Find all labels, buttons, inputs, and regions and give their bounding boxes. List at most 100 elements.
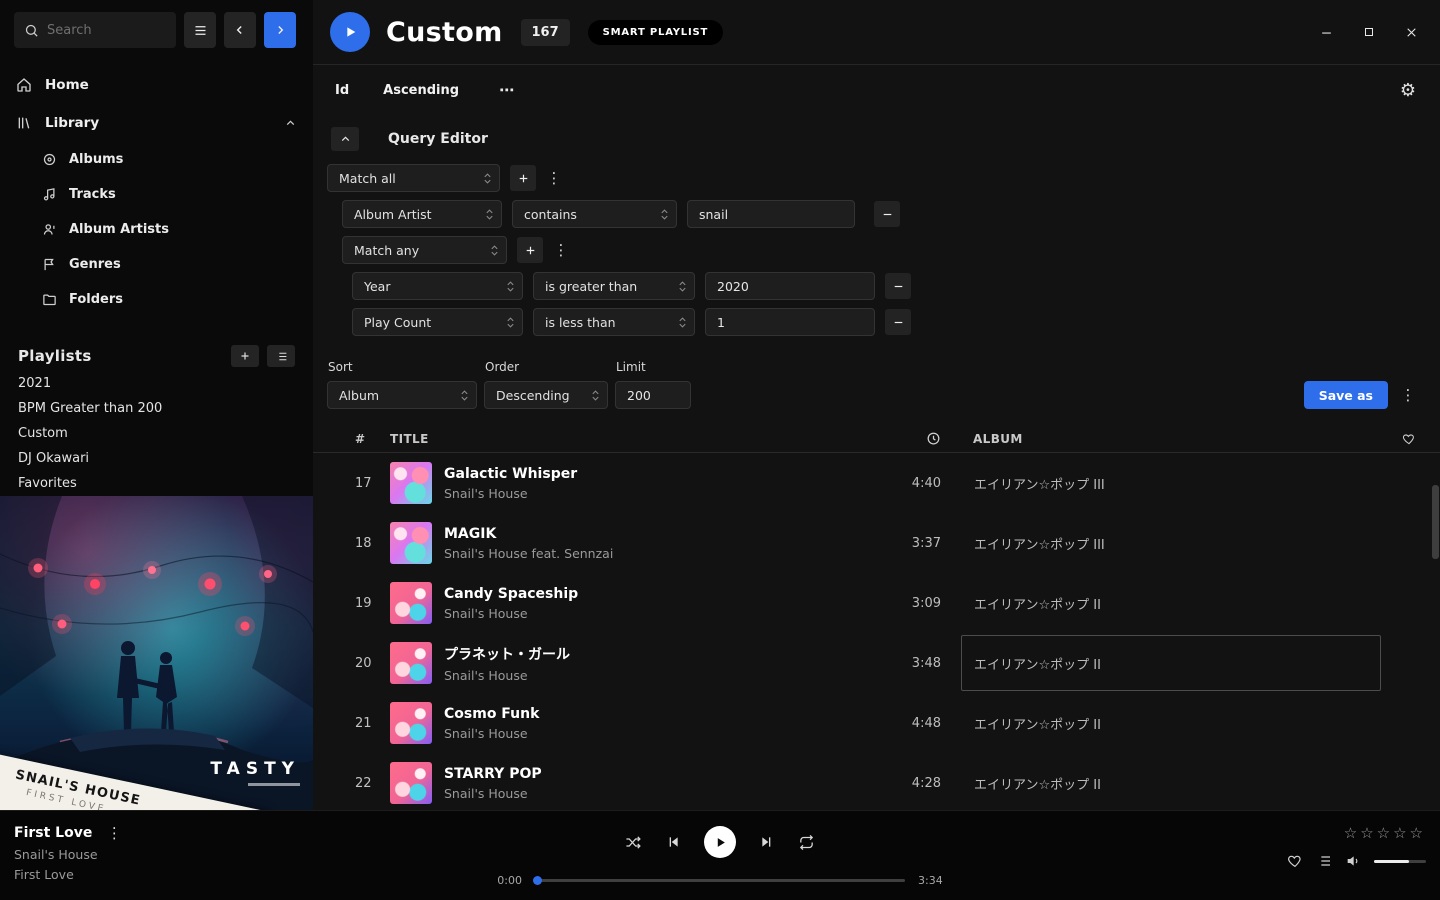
match-all-select[interactable]: Match all <box>327 164 500 192</box>
nav-forward-button[interactable] <box>264 12 296 48</box>
table-row[interactable]: 20 プラネット・ガール Snail's House 3:48 エイリアン☆ポッ… <box>313 633 1440 693</box>
sort-field-button[interactable]: Id <box>335 83 349 98</box>
table-row[interactable]: 21 Cosmo Funk Snail's House 4:48 エイリアン☆ポ… <box>313 693 1440 753</box>
now-playing-artist[interactable]: Snail's House <box>14 847 122 862</box>
seek-slider[interactable] <box>535 879 905 882</box>
rating-stars[interactable]: ☆☆☆☆☆ <box>1344 824 1426 842</box>
limit-input[interactable] <box>615 381 691 409</box>
add-playlist-button[interactable] <box>231 345 259 367</box>
sidebar-item-albums[interactable]: Albums <box>0 142 313 177</box>
table-row[interactable]: 22 STARRY POP Snail's House 4:28 エイリアン☆ポ… <box>313 753 1440 810</box>
track-title: Candy Spaceship <box>444 586 881 602</box>
rule-field-select[interactable]: Album Artist <box>342 200 502 228</box>
add-subrule-button[interactable] <box>517 237 543 263</box>
header-album[interactable]: ALBUM <box>973 432 1393 446</box>
header-title[interactable]: TITLE <box>390 432 881 446</box>
play-pause-button[interactable] <box>704 826 736 858</box>
table-header: # TITLE ALBUM <box>313 425 1440 453</box>
save-as-button[interactable]: Save as <box>1304 381 1388 409</box>
sort-select[interactable]: Album <box>327 381 477 409</box>
repeat-icon[interactable] <box>798 834 815 851</box>
next-icon[interactable] <box>759 834 775 850</box>
sort-options-row: Sort Album Order Descending Limit <box>313 360 1440 409</box>
track-index: 18 <box>355 536 390 551</box>
search-input[interactable] <box>47 23 157 38</box>
minimize-icon[interactable] <box>1320 26 1333 39</box>
track-album-cell[interactable]: エイリアン☆ポップ II <box>961 755 1381 810</box>
maximize-icon[interactable] <box>1363 26 1375 38</box>
sidebar-item-tracks[interactable]: Tracks <box>0 177 313 212</box>
rule-value-input[interactable] <box>687 200 855 228</box>
shuffle-icon[interactable] <box>625 834 642 851</box>
track-index: 17 <box>355 476 390 491</box>
plus-icon <box>239 350 251 362</box>
track-album-cell[interactable]: エイリアン☆ポップ II <box>961 575 1381 631</box>
track-index: 20 <box>355 656 390 671</box>
table-row[interactable]: 19 Candy Spaceship Snail's House 3:09 エイ… <box>313 573 1440 633</box>
now-playing-artwork[interactable]: SNAIL'S HOUSE FIRST LOVE TASTY <box>0 496 313 810</box>
clock-icon[interactable] <box>881 431 941 446</box>
window-controls <box>1320 26 1418 39</box>
scrollbar-thumb[interactable] <box>1432 485 1439 559</box>
playlist-item[interactable]: DJ Okawari <box>0 446 313 471</box>
playlist-header: Custom 167 SMART PLAYLIST <box>313 0 1440 65</box>
add-rule-button[interactable] <box>510 165 536 191</box>
seek-handle[interactable] <box>533 876 542 885</box>
playlist-item[interactable]: Favorites <box>0 471 313 496</box>
header-index[interactable]: # <box>355 432 390 446</box>
previous-icon[interactable] <box>665 834 681 850</box>
track-album-cell[interactable]: エイリアン☆ポップ III <box>961 455 1381 511</box>
subrule-value-input[interactable] <box>705 308 875 336</box>
chevron-updown-icon <box>678 280 687 293</box>
play-playlist-button[interactable] <box>330 12 370 52</box>
sort-direction-button[interactable]: Ascending <box>383 83 459 98</box>
queue-icon[interactable] <box>1316 853 1332 869</box>
subrule-operator-select[interactable]: is less than <box>533 308 695 336</box>
volume-icon[interactable] <box>1345 853 1361 869</box>
subrule-value-input[interactable] <box>705 272 875 300</box>
remove-subrule-button[interactable] <box>885 309 911 335</box>
subrule-field-select[interactable]: Year <box>352 272 523 300</box>
disc-icon <box>42 152 57 167</box>
search-box[interactable] <box>14 12 176 48</box>
track-album-cell[interactable]: エイリアン☆ポップ II <box>961 695 1381 751</box>
track-album-cell[interactable]: エイリアン☆ポップ III <box>961 515 1381 571</box>
more-options-button[interactable]: ⋯ <box>499 81 514 99</box>
rule-operator-select[interactable]: contains <box>512 200 677 228</box>
volume-slider[interactable] <box>1374 860 1426 863</box>
close-icon[interactable] <box>1405 26 1418 39</box>
table-row[interactable]: 18 MAGIK Snail's House feat. Sennzai 3:3… <box>313 513 1440 573</box>
heart-icon[interactable] <box>1393 432 1416 446</box>
subrule-operator-select[interactable]: is greater than <box>533 272 695 300</box>
track-title: Galactic Whisper <box>444 466 881 482</box>
subgroup-kebab-icon[interactable] <box>553 241 569 259</box>
playlist-item[interactable]: Custom <box>0 421 313 446</box>
rule-group-kebab-icon[interactable] <box>546 169 562 187</box>
favorite-heart-icon[interactable] <box>1287 853 1303 869</box>
nav-back-button[interactable] <box>224 12 256 48</box>
sidebar-item-library[interactable]: Library <box>0 104 313 142</box>
order-select[interactable]: Descending <box>484 381 608 409</box>
match-any-select[interactable]: Match any <box>342 236 507 264</box>
sidebar-item-genres[interactable]: Genres <box>0 247 313 282</box>
menu-button[interactable] <box>184 12 216 48</box>
playlist-list-button[interactable] <box>267 345 295 367</box>
sidebar-item-album-artists[interactable]: Album Artists <box>0 212 313 247</box>
subrule-field-select[interactable]: Play Count <box>352 308 523 336</box>
chevron-updown-icon <box>506 280 515 293</box>
artwork-label: TASTY <box>210 759 300 786</box>
save-options-kebab-icon[interactable] <box>1400 386 1416 404</box>
now-playing-album[interactable]: First Love <box>14 867 122 882</box>
playlist-item[interactable]: 2021 <box>0 371 313 396</box>
chevron-up-icon[interactable] <box>284 117 297 130</box>
now-playing-kebab-icon[interactable] <box>106 824 122 842</box>
remove-subrule-button[interactable] <box>885 273 911 299</box>
track-album-cell[interactable]: エイリアン☆ポップ II <box>961 635 1381 691</box>
sidebar-item-folders[interactable]: Folders <box>0 282 313 317</box>
remove-rule-button[interactable] <box>874 201 900 227</box>
playlist-item[interactable]: BPM Greater than 200 <box>0 396 313 421</box>
table-row[interactable]: 17 Galactic Whisper Snail's House 4:40 エ… <box>313 453 1440 513</box>
sidebar-item-home[interactable]: Home <box>0 66 313 104</box>
collapse-query-editor-button[interactable] <box>331 127 359 151</box>
gear-icon[interactable] <box>1400 80 1416 101</box>
